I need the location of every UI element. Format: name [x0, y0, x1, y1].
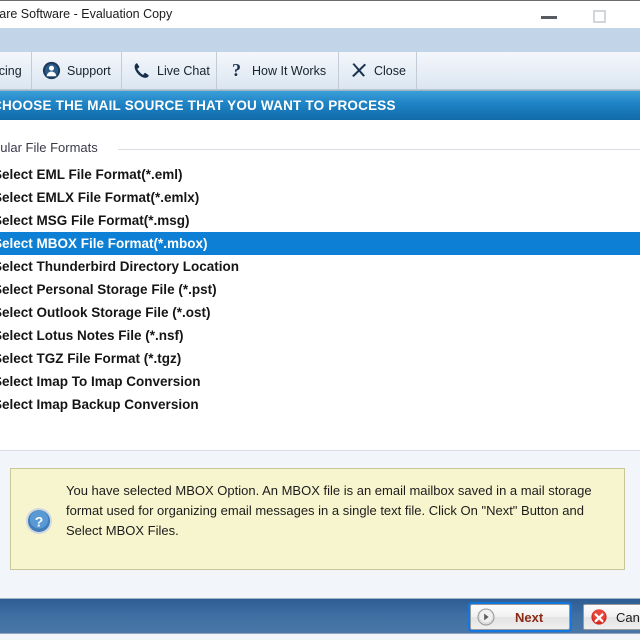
- help-question-icon: ?: [25, 507, 53, 535]
- list-item-pst[interactable]: Select Personal Storage File (*.pst): [0, 278, 640, 301]
- group-header-divider: [118, 149, 640, 150]
- minimize-icon: [541, 16, 557, 19]
- toolbar-item-pricing-label: icing: [0, 63, 22, 78]
- list-item-thunderbird[interactable]: Select Thunderbird Directory Location: [0, 255, 640, 278]
- support-person-icon: [42, 61, 61, 80]
- list-item-label: Select MSG File Format(*.msg): [0, 213, 190, 228]
- list-item-label: Select MBOX File Format(*.mbox): [0, 236, 208, 251]
- list-item-imap-to-imap[interactable]: Select Imap To Imap Conversion: [0, 370, 640, 393]
- next-button-label: Next: [515, 609, 544, 625]
- mail-source-list-area: pular File Formats Select EML File Forma…: [0, 120, 640, 450]
- list-item-eml[interactable]: Select EML File Format(*.eml): [0, 163, 640, 186]
- question-mark-icon: ?: [227, 61, 246, 80]
- toolbar-item-support-label: Support: [67, 63, 111, 78]
- list-item-msg[interactable]: Select MSG File Format(*.msg): [0, 209, 640, 232]
- info-box: ? You have selected MBOX Option. An MBOX…: [10, 468, 625, 570]
- list-item-label: Select Personal Storage File (*.pst): [0, 282, 217, 297]
- cancel-x-icon: [590, 608, 608, 626]
- toolbar-item-close-label: Close: [374, 63, 406, 78]
- maximize-button[interactable]: [578, 1, 622, 29]
- toolbar-item-live-chat[interactable]: Live Chat: [122, 52, 217, 89]
- cancel-button-label: Cancel: [616, 609, 640, 625]
- list-item-ost[interactable]: Select Outlook Storage File (*.ost): [0, 301, 640, 324]
- toolbar-item-how-it-works[interactable]: ? How It Works: [217, 52, 339, 89]
- svg-text:?: ?: [35, 514, 44, 530]
- list-item-mbox[interactable]: Select MBOX File Format(*.mbox): [0, 232, 640, 255]
- group-header: pular File Formats: [0, 140, 640, 160]
- top-toolbar: icing Support Live Chat: [0, 52, 640, 90]
- list-item-label: Select EML File Format(*.eml): [0, 167, 183, 182]
- title-accent-strip: [0, 28, 640, 52]
- list-item-label: Select EMLX File Format(*.emlx): [0, 190, 200, 205]
- title-bar: vare Software - Evaluation Copy: [0, 0, 640, 28]
- list-item-label: Select Imap Backup Conversion: [0, 397, 199, 412]
- toolbar-item-support[interactable]: Support: [32, 52, 122, 89]
- svg-text:?: ?: [232, 61, 241, 80]
- list-item-label: Select TGZ File Format (*.tgz): [0, 351, 182, 366]
- page-banner: CHOOSE THE MAIL SOURCE THAT YOU WANT TO …: [0, 90, 640, 120]
- info-panel-area: ? You have selected MBOX Option. An MBOX…: [0, 450, 640, 598]
- maximize-icon: [593, 10, 606, 23]
- toolbar-item-pricing[interactable]: icing: [0, 52, 32, 89]
- page-title: CHOOSE THE MAIL SOURCE THAT YOU WANT TO …: [0, 98, 396, 113]
- group-header-label: pular File Formats: [0, 140, 104, 155]
- list-item-tgz[interactable]: Select TGZ File Format (*.tgz): [0, 347, 640, 370]
- format-option-list[interactable]: Select EML File Format(*.eml) Select EML…: [0, 163, 640, 416]
- list-item-label: Select Thunderbird Directory Location: [0, 259, 240, 274]
- toolbar-item-live-chat-label: Live Chat: [157, 63, 210, 78]
- list-item-label: Select Lotus Notes File (*.nsf): [0, 328, 184, 343]
- list-item-label: Select Outlook Storage File (*.ost): [0, 305, 211, 320]
- next-button[interactable]: Next: [468, 602, 572, 632]
- footer-bottom-strip: [0, 634, 640, 640]
- list-item-imap-backup[interactable]: Select Imap Backup Conversion: [0, 393, 640, 416]
- window-title: vare Software - Evaluation Copy: [0, 7, 173, 21]
- list-item-emlx[interactable]: Select EMLX File Format(*.emlx): [0, 186, 640, 209]
- list-item-label: Select Imap To Imap Conversion: [0, 374, 201, 389]
- phone-icon: [132, 61, 151, 80]
- cancel-button[interactable]: Cancel: [583, 604, 640, 630]
- footer-bar: Next Cancel: [0, 598, 640, 634]
- info-message: You have selected MBOX Option. An MBOX f…: [66, 483, 592, 538]
- toolbar-item-close[interactable]: Close: [339, 52, 417, 89]
- close-x-icon: [349, 61, 368, 80]
- list-item-nsf[interactable]: Select Lotus Notes File (*.nsf): [0, 324, 640, 347]
- toolbar-item-how-it-works-label: How It Works: [252, 63, 327, 78]
- application-window: vare Software - Evaluation Copy icing Su…: [0, 0, 640, 640]
- next-arrow-icon: [477, 608, 495, 626]
- minimize-button[interactable]: [528, 1, 572, 29]
